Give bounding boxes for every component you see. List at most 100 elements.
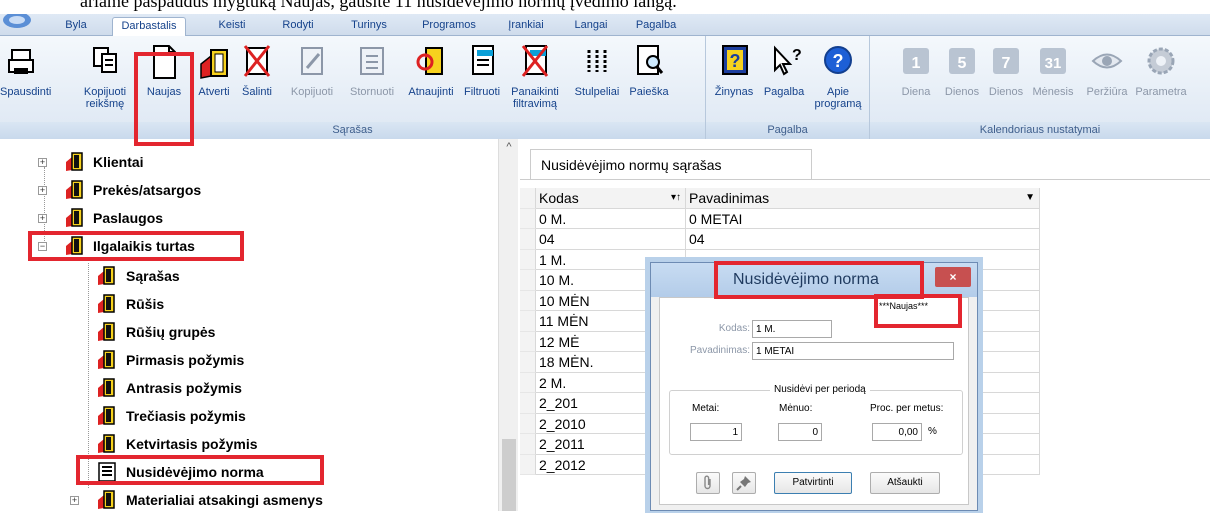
- filter-dropdown-icon[interactable]: ▼: [1025, 188, 1035, 208]
- delete-button[interactable]: Šalinti: [236, 42, 278, 116]
- row-indicator[interactable]: [520, 208, 536, 229]
- month-input[interactable]: [778, 423, 822, 441]
- sort-icon[interactable]: ▾↑: [671, 188, 681, 208]
- tab-irankiai[interactable]: Įrankiai: [500, 17, 552, 36]
- month-button[interactable]: 31 Mėnesis: [1028, 42, 1078, 116]
- clear-filter-button[interactable]: Panaikinti filtravimą: [505, 42, 565, 116]
- row-indicator[interactable]: [520, 229, 536, 250]
- attach-button[interactable]: [696, 472, 720, 494]
- code-input[interactable]: [752, 320, 832, 338]
- close-button[interactable]: ×: [935, 267, 971, 287]
- tree-expander[interactable]: +: [38, 158, 47, 167]
- filter-button[interactable]: Filtruoti: [460, 42, 504, 116]
- percent-input[interactable]: [872, 423, 922, 441]
- calendar-7-icon: 7: [993, 48, 1019, 74]
- book-icon: [98, 434, 115, 453]
- row-indicator[interactable]: [520, 290, 536, 311]
- parameters-button[interactable]: Parametra: [1134, 42, 1188, 116]
- tree-item-label: Materialiai atsakingi asmenys: [126, 492, 323, 508]
- help-label: Pagalba: [763, 86, 805, 98]
- row-indicator[interactable]: [520, 352, 536, 373]
- tab-pagalba[interactable]: Pagalba: [628, 17, 684, 36]
- eye-icon: [1091, 53, 1123, 69]
- about-icon: ?: [824, 46, 852, 74]
- tree-item-label: Trečiasis požymis: [126, 408, 246, 424]
- row-indicator[interactable]: [520, 270, 536, 291]
- help-button[interactable]: ? Pagalba: [760, 42, 808, 116]
- row-indicator[interactable]: [520, 331, 536, 352]
- preview-button[interactable]: Peržiūra: [1082, 42, 1132, 116]
- refresh-button[interactable]: Atnaujinti: [403, 42, 459, 116]
- table-row[interactable]: 04 04: [520, 229, 1040, 250]
- tree-scrollbar[interactable]: ^: [498, 139, 518, 511]
- new-button[interactable]: Naujas: [140, 42, 188, 116]
- tab-byla[interactable]: Byla: [58, 17, 94, 36]
- period-fieldset: Nusidėvi per periodą Metai: Mėnuo: Proc.…: [669, 384, 963, 455]
- search-button[interactable]: Paieška: [625, 42, 673, 116]
- new-document-icon: [153, 45, 176, 79]
- calendar-day-icon: 1: [903, 48, 929, 74]
- grid-header-row: Kodas ▾↑ Pavadinimas ▼: [520, 188, 1040, 209]
- name-input[interactable]: [752, 342, 954, 360]
- row-indicator[interactable]: [520, 454, 536, 475]
- cell-pavadinimas[interactable]: 04: [686, 229, 1040, 250]
- tab-keisti[interactable]: Keisti: [211, 17, 253, 36]
- pin-button[interactable]: [732, 472, 756, 494]
- dialog-titlebar[interactable]: Nusidėvėjimo norma ×: [651, 263, 977, 297]
- row-indicator[interactable]: [520, 413, 536, 434]
- tab-rodyti[interactable]: Rodyti: [275, 17, 321, 36]
- tree-item-label: Rūšių grupės: [126, 324, 216, 340]
- cell-kodas[interactable]: 04: [536, 229, 686, 250]
- column-header-label: Pavadinimas: [689, 190, 770, 206]
- row-indicator[interactable]: [520, 372, 536, 393]
- tree-expander[interactable]: +: [38, 186, 47, 195]
- copy-value-button[interactable]: Kopijuoti reikšmę: [83, 42, 127, 116]
- row-indicator[interactable]: [520, 249, 536, 270]
- tab-turinys[interactable]: Turinys: [344, 17, 394, 36]
- reverse-button[interactable]: Stornuoti: [342, 42, 402, 116]
- about-button[interactable]: ? Apie programą: [810, 42, 866, 116]
- cancel-button[interactable]: Atšaukti: [870, 472, 940, 494]
- app-logo-icon[interactable]: [0, 14, 34, 36]
- status-badge: ***Naujas***: [879, 301, 929, 311]
- pin-icon: [736, 476, 751, 491]
- tab-depreciation-list[interactable]: Nusidėvėjimo normų sąrašas: [530, 149, 812, 179]
- tree-expander[interactable]: +: [38, 214, 47, 223]
- column-header-kodas[interactable]: Kodas ▾↑: [536, 188, 686, 209]
- copy-button[interactable]: Kopijuoti: [284, 42, 340, 116]
- tab-programos[interactable]: Programos: [414, 17, 484, 36]
- ribbon-group-title-sarasas: Sąrašas: [0, 122, 705, 139]
- row-indicator[interactable]: [520, 311, 536, 332]
- print-button[interactable]: Spausdinti: [0, 42, 51, 116]
- cell-pavadinimas[interactable]: 0 METAI: [686, 208, 1040, 229]
- columns-button[interactable]: Stulpeliai: [567, 42, 627, 116]
- reverse-label: Stornuoti: [349, 86, 395, 98]
- confirm-button[interactable]: Patvirtinti: [774, 472, 852, 494]
- tab-langai[interactable]: Langai: [569, 17, 613, 36]
- tree-expander[interactable]: +: [70, 496, 79, 505]
- cell-kodas[interactable]: 0 M.: [536, 208, 686, 229]
- handbook-label: Žinynas: [714, 86, 754, 98]
- tab-darbastalis[interactable]: Darbastalis: [112, 17, 186, 36]
- column-header-pavadinimas[interactable]: Pavadinimas ▼: [686, 188, 1040, 209]
- table-row[interactable]: 0 M. 0 METAI: [520, 208, 1040, 229]
- ribbon-group-title-calendar: Kalendoriaus nustatymai: [870, 122, 1210, 139]
- book-icon: [66, 180, 83, 199]
- days5-icon-number: 5: [958, 55, 967, 72]
- book-icon: [66, 208, 83, 227]
- row-indicator[interactable]: [520, 393, 536, 414]
- years-input[interactable]: [690, 423, 742, 441]
- tree-expander[interactable]: −: [38, 242, 47, 251]
- days5-button[interactable]: 5 Dienos: [942, 42, 982, 116]
- calendar-5-icon: 5: [949, 48, 975, 74]
- row-indicator[interactable]: [520, 434, 536, 455]
- day-button[interactable]: 1 Diena: [898, 42, 934, 116]
- book-icon: [66, 236, 83, 255]
- scroll-up-arrow-icon[interactable]: ^: [499, 139, 519, 155]
- days7-button[interactable]: 7 Dienos: [986, 42, 1026, 116]
- scroll-thumb[interactable]: [502, 439, 516, 511]
- row-indicator: [520, 188, 536, 209]
- open-button[interactable]: Atverti: [193, 42, 235, 116]
- handbook-button[interactable]: ? Žinynas: [710, 42, 758, 116]
- days5-label: Dienos: [944, 86, 980, 98]
